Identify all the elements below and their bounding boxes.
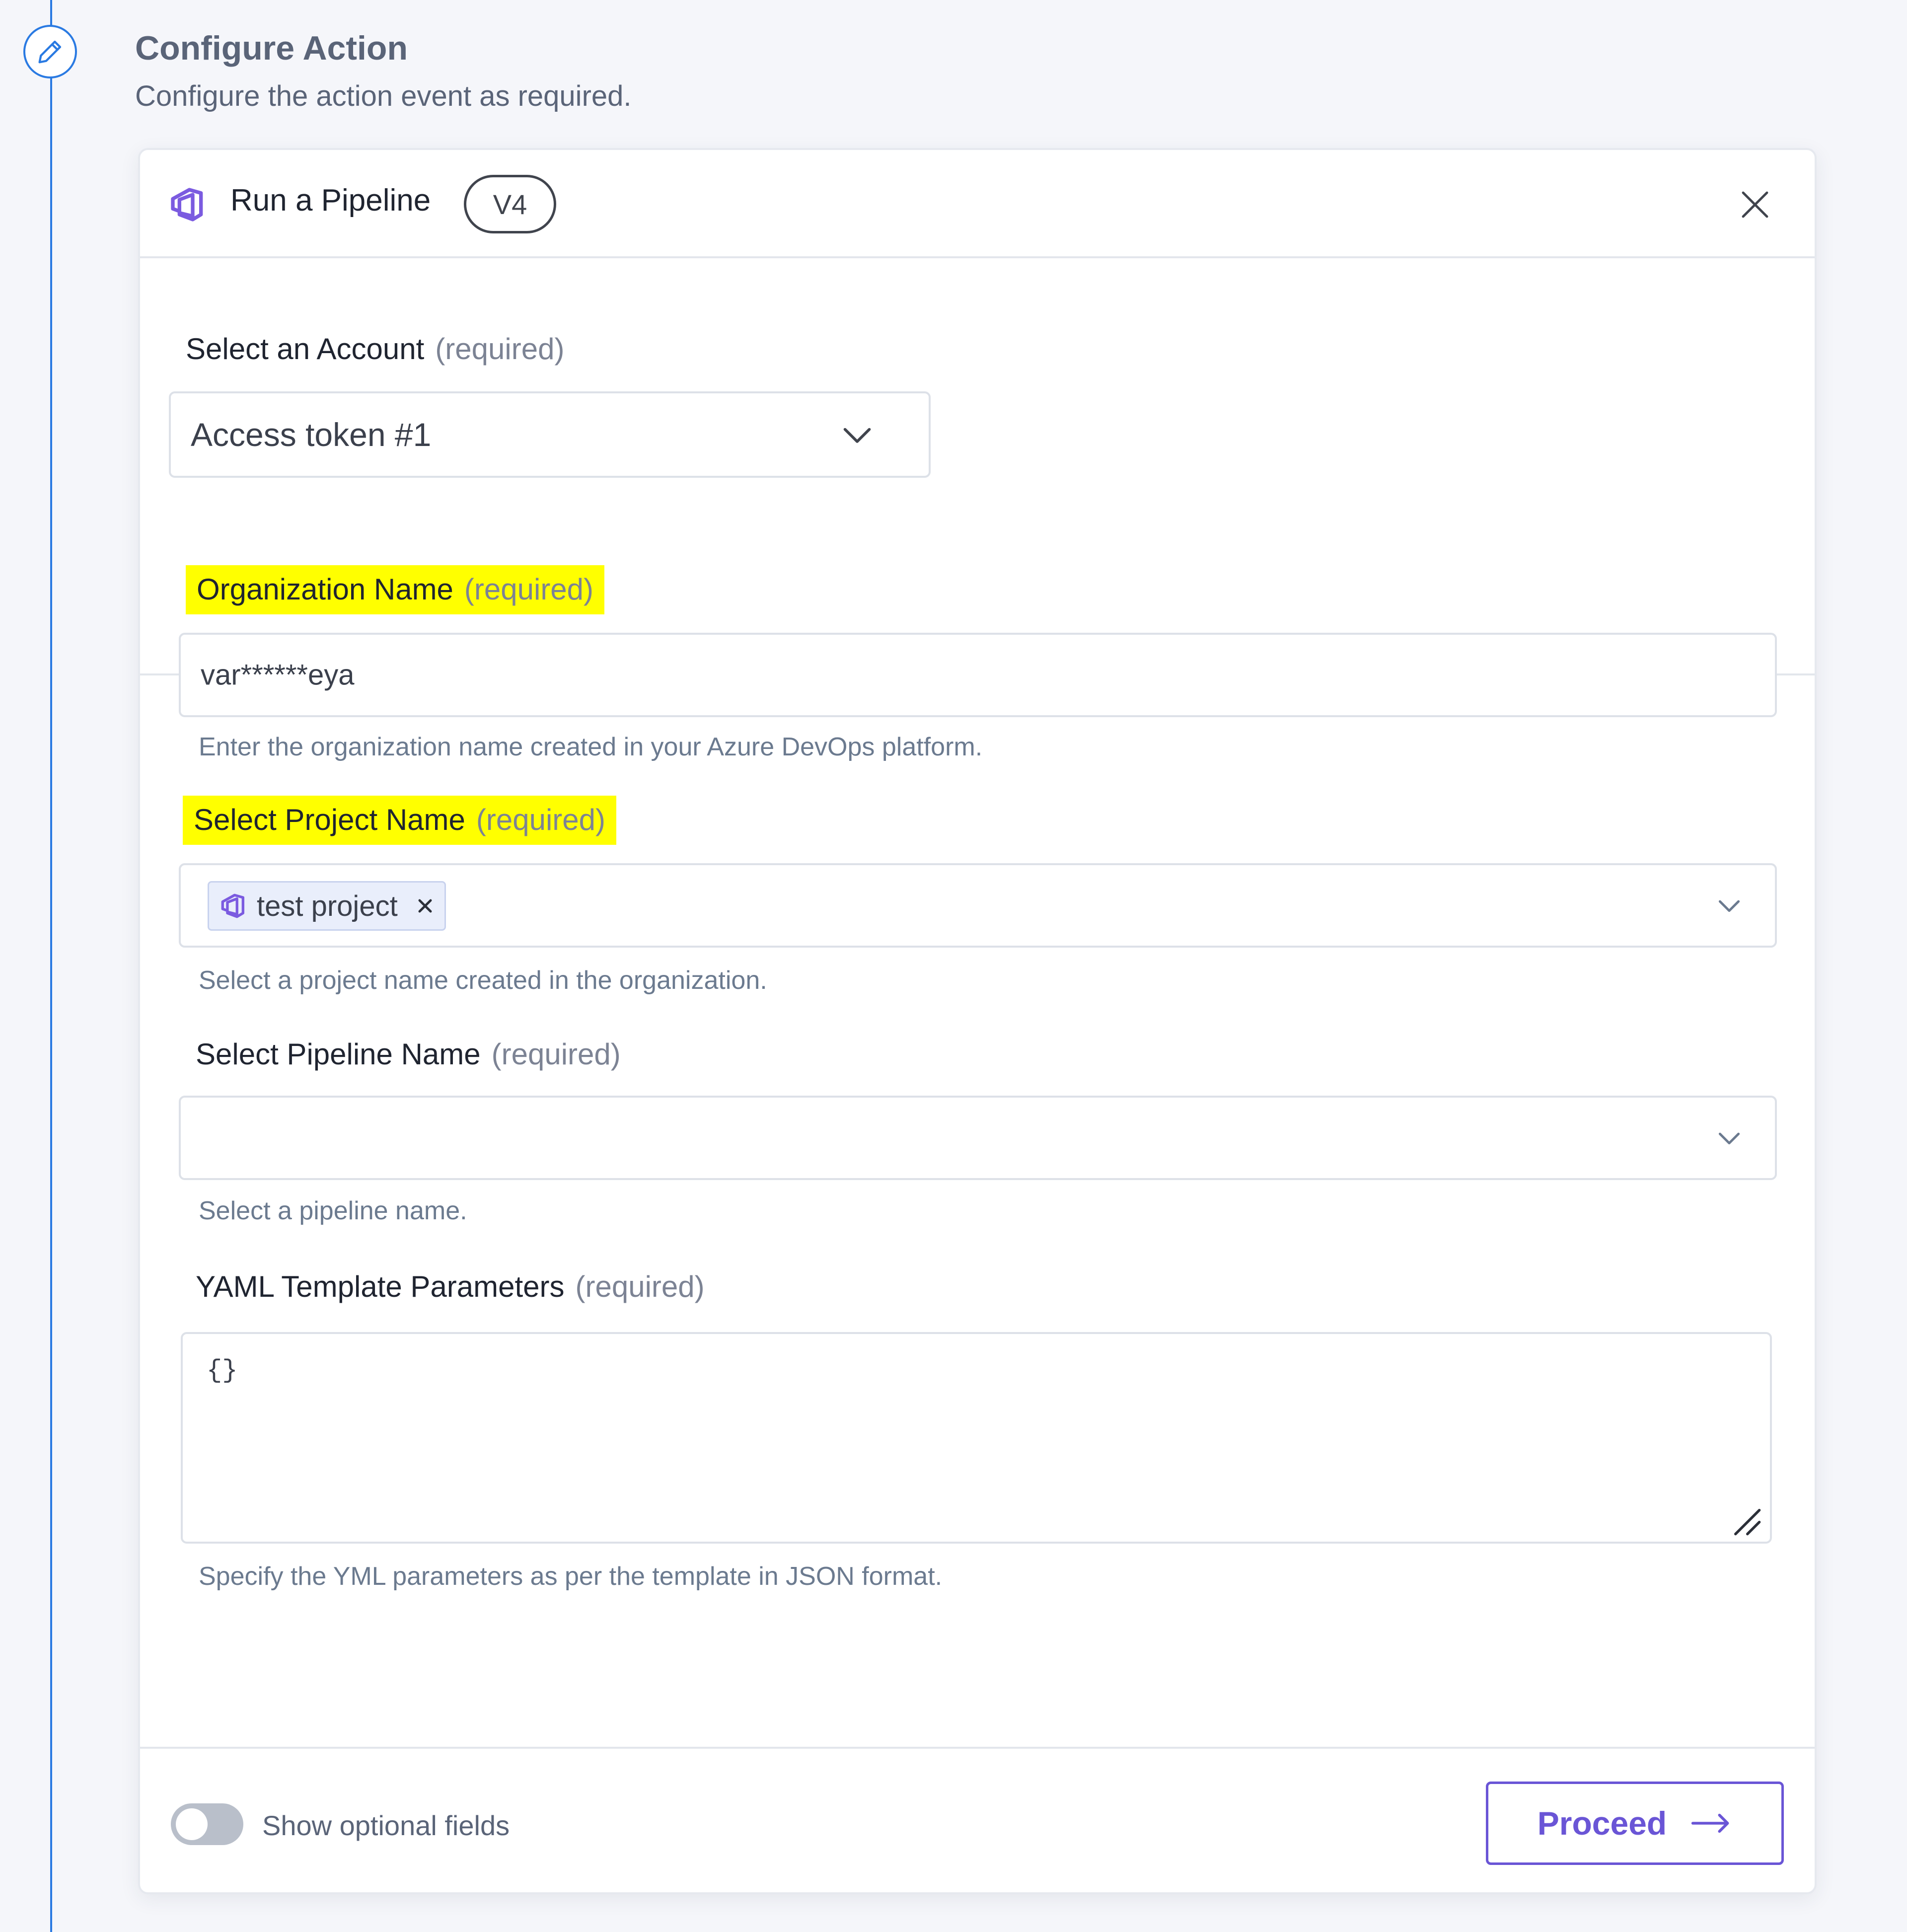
toggle-knob [176,1808,208,1840]
azure-devops-icon [221,893,244,918]
azure-devops-icon [171,188,203,222]
card-title: Run a Pipeline [230,183,431,218]
project-label-text: Select Project Name [194,803,465,836]
pipeline-label-text: Select Pipeline Name [196,1038,481,1071]
required-tag: (required) [491,1038,621,1071]
remove-chip-button[interactable] [416,896,435,915]
project-chip: test project [208,881,446,931]
project-select[interactable]: test project [179,863,1777,948]
account-select-value: Access token #1 [191,416,432,453]
section-title: Configure Action [135,29,408,67]
pencil-icon [38,40,62,64]
optional-fields-label: Show optional fields [262,1810,510,1841]
pipeline-select[interactable] [179,1096,1777,1180]
timeline-line [50,0,52,1932]
chevron-down-icon [1718,1132,1740,1145]
chevron-down-icon[interactable] [1713,890,1745,921]
project-chip-label: test project [257,890,398,922]
organization-input-value: var******eya [201,659,355,691]
organization-label-text: Organization Name [197,573,453,606]
arrow-right-icon [1691,1813,1729,1833]
proceed-button[interactable]: Proceed [1486,1782,1784,1865]
required-tag: (required) [435,332,565,366]
section-subtitle: Configure the action event as required. [135,80,632,112]
pipeline-label: Select Pipeline Name (required) [196,1037,621,1071]
account-select[interactable]: Access token #1 [169,391,931,478]
chevron-down-icon [843,428,871,443]
project-hint: Select a project name created in the org… [199,966,767,995]
resize-handle-icon[interactable] [1730,1505,1762,1537]
yaml-label: YAML Template Parameters (required) [196,1269,705,1304]
account-label-text: Select an Account [186,332,425,366]
close-icon [1742,191,1768,218]
card-header: Run a Pipeline V4 [140,150,1815,258]
required-tag: (required) [476,803,605,836]
close-icon [418,899,432,913]
required-tag: (required) [575,1270,705,1303]
required-tag: (required) [464,573,594,606]
yaml-label-text: YAML Template Parameters [196,1270,565,1303]
action-config-card: Run a Pipeline V4 Select an Account (requ… [138,148,1817,1894]
organization-label: Organization Name (required) [186,565,605,614]
version-badge: V4 [464,175,556,233]
proceed-button-label: Proceed [1537,1805,1667,1842]
account-label: Select an Account (required) [186,332,564,366]
close-button[interactable] [1730,180,1780,229]
yaml-hint: Specify the YML parameters as per the te… [199,1562,943,1591]
card-footer: Show optional fields Proceed [140,1747,1815,1896]
yaml-parameters-textarea[interactable] [181,1332,1772,1544]
project-label: Select Project Name (required) [183,796,616,845]
optional-fields-toggle[interactable] [171,1803,243,1845]
step-indicator [23,25,77,78]
organization-input[interactable]: var******eya [179,633,1777,717]
organization-hint: Enter the organization name created in y… [199,733,983,761]
pipeline-hint: Select a pipeline name. [199,1196,467,1225]
